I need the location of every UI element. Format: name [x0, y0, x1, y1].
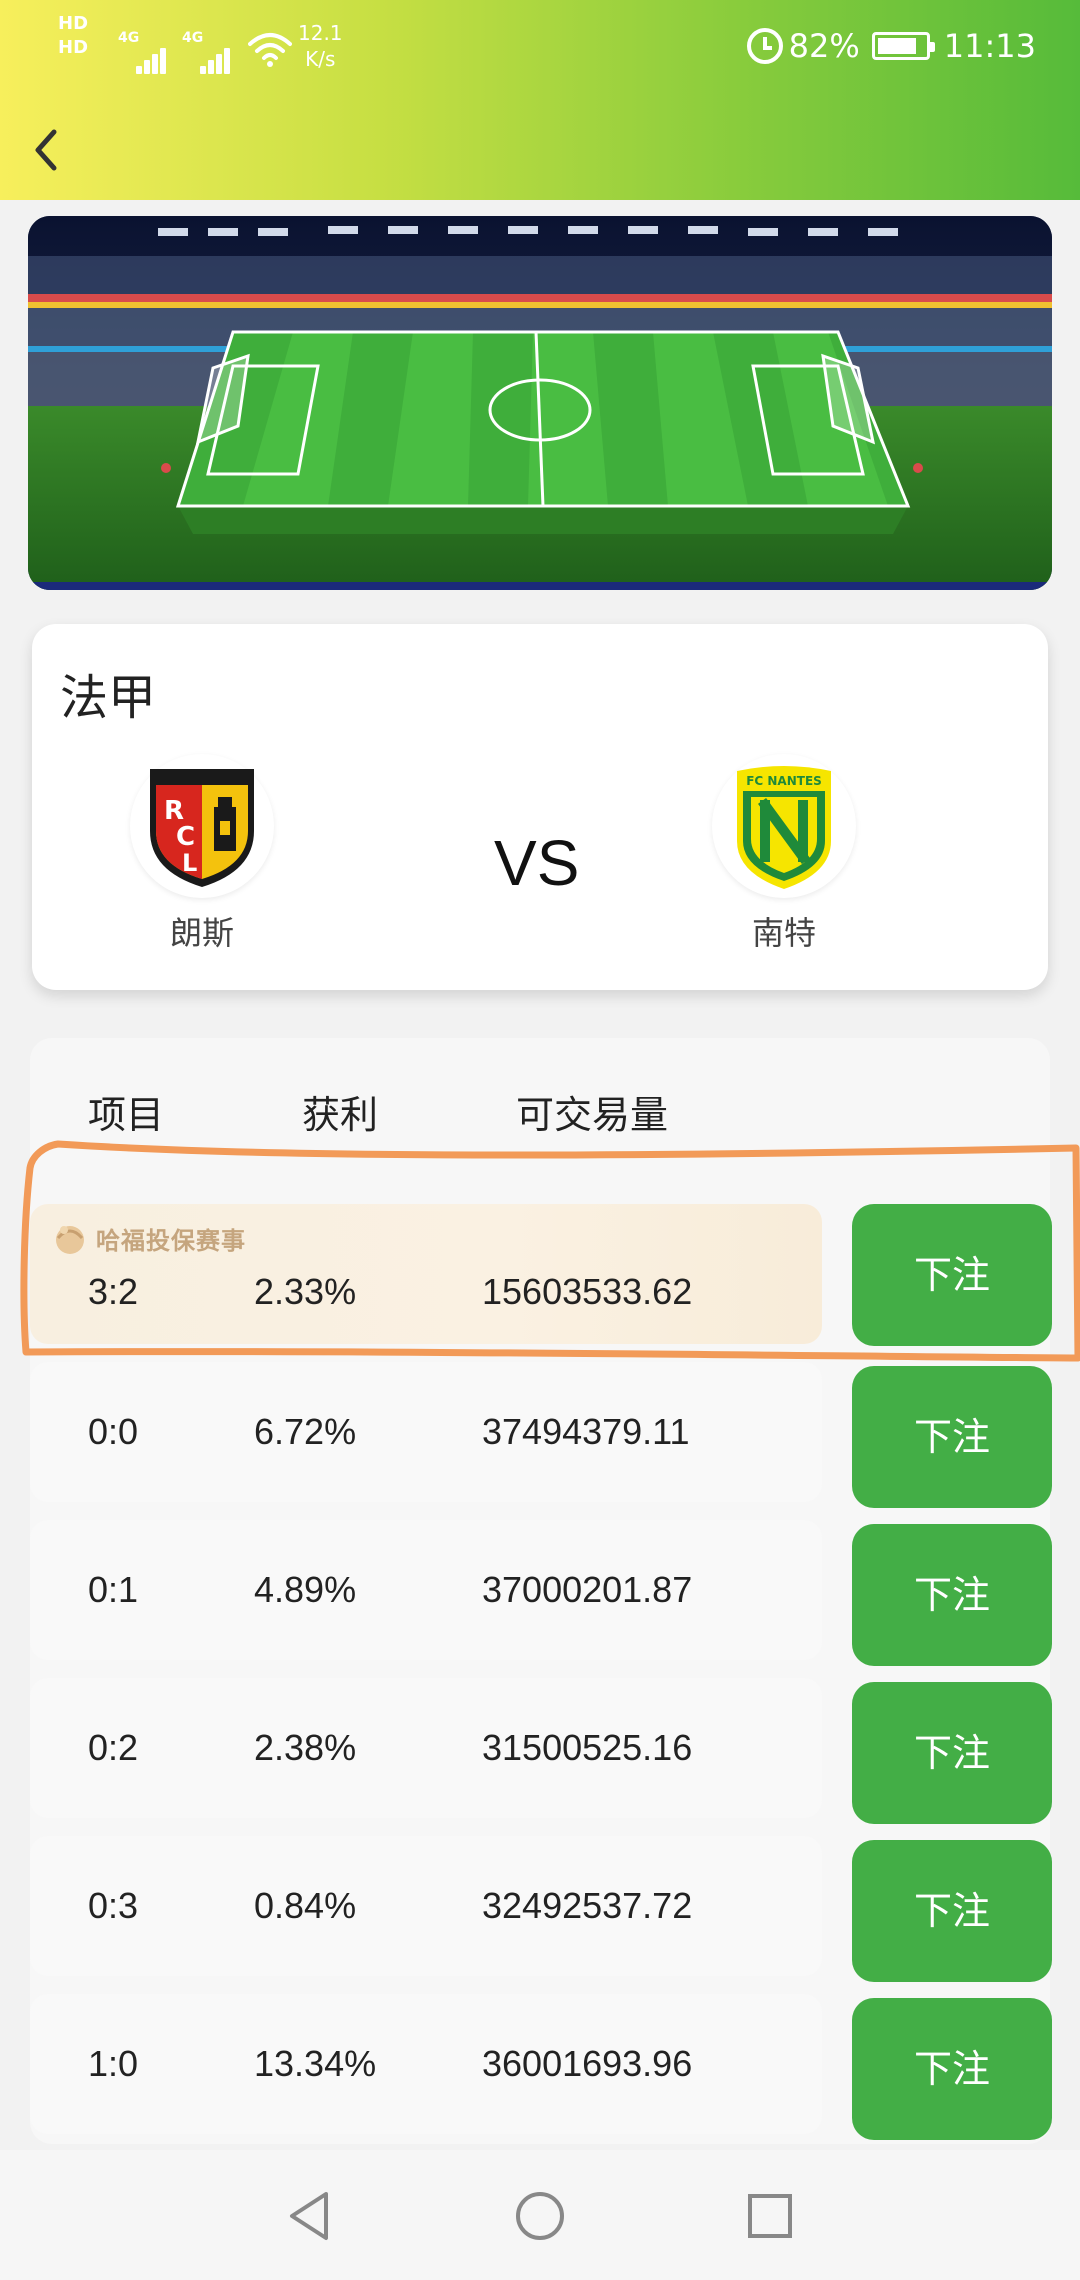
- match-card: 法甲 R C L 朗斯 VS FC NANTES 南特: [32, 624, 1048, 990]
- status-bar-left: HD HD 4G 4G 12.1 K/s: [58, 14, 358, 74]
- home-team-name: 朗斯: [169, 914, 234, 952]
- stadium-banner: [28, 216, 1052, 590]
- svg-text:L: L: [182, 849, 197, 877]
- back-button[interactable]: [22, 118, 72, 182]
- cell-volume: 37000201.87: [482, 1569, 693, 1610]
- table-row: 1:0 13.34% 36001693.96: [30, 1994, 822, 2134]
- cell-volume: 37494379.11: [482, 1411, 690, 1452]
- cell-volume: 32492537.72: [482, 1885, 693, 1926]
- table-row: 0:1 4.89% 37000201.87: [30, 1520, 822, 1660]
- signal-icon: 4G: [118, 30, 166, 74]
- battery-icon: [871, 32, 935, 60]
- lens-crest-icon: R C L: [150, 769, 254, 887]
- alarm-icon: [746, 28, 783, 64]
- away-team-logo: FC NANTES: [712, 754, 856, 898]
- table-row: 哈福投保赛事 3:2 2.33% 15603533.62: [30, 1204, 822, 1344]
- cell-profit: 6.72%: [254, 1411, 357, 1452]
- header-item: 项目: [88, 1093, 165, 1137]
- cell-score: 1:0: [88, 2043, 139, 2084]
- hd-indicator-1: HD: [58, 13, 89, 34]
- triangle-back-icon[interactable]: [280, 2186, 340, 2246]
- cell-score: 0:1: [88, 1569, 139, 1610]
- svg-text:C: C: [176, 822, 195, 852]
- table-row: 0:3 0.84% 32492537.72: [30, 1836, 822, 1976]
- cell-profit: 2.33%: [254, 1271, 357, 1312]
- circle-home-icon[interactable]: [510, 2186, 570, 2246]
- promo-logo-icon: [56, 1226, 84, 1254]
- league-name: 法甲: [60, 670, 157, 726]
- bet-button[interactable]: 下注: [852, 1366, 1052, 1508]
- network-speed: 12.1 K/s: [298, 20, 343, 72]
- signal-icon: 4G: [182, 30, 230, 74]
- bet-button[interactable]: 下注: [852, 1840, 1052, 1982]
- cell-profit: 13.34%: [254, 2043, 377, 2084]
- promo-tag: 哈福投保赛事: [50, 1218, 246, 1258]
- nantes-crest-icon: FC NANTES: [737, 766, 831, 889]
- cell-score: 3:2: [88, 1271, 139, 1312]
- wifi-icon: [248, 33, 292, 67]
- clock: 11:13: [943, 27, 1036, 65]
- table-row: 0:0 6.72% 37494379.11: [30, 1362, 822, 1502]
- cell-profit: 4.89%: [254, 1569, 357, 1610]
- away-team-name: 南特: [751, 914, 816, 952]
- header-profit: 获利: [302, 1093, 379, 1137]
- bet-button[interactable]: 下注: [852, 1524, 1052, 1666]
- speed-unit: K/s: [305, 47, 336, 71]
- status-bar-right: 82% 11:13: [746, 24, 1036, 68]
- cell-profit: 0.84%: [254, 1885, 357, 1926]
- cell-profit: 2.38%: [254, 1727, 357, 1768]
- cell-volume: 31500525.16: [482, 1727, 693, 1768]
- app-header: HD HD 4G 4G 12.1 K/s 82% 11:13: [0, 0, 1080, 200]
- cell-volume: 36001693.96: [482, 2043, 693, 2084]
- away-team: FC NANTES 南特: [704, 754, 864, 954]
- stadium-image: [28, 216, 1052, 590]
- cell-score: 0:2: [88, 1727, 139, 1768]
- battery-level: [877, 38, 916, 54]
- header-volume: 可交易量: [516, 1093, 669, 1137]
- square-recent-icon[interactable]: [740, 2186, 800, 2246]
- network-type-label: 4G: [182, 30, 204, 46]
- table-row: 0:2 2.38% 31500525.16: [30, 1678, 822, 1818]
- home-team: R C L 朗斯: [122, 754, 282, 954]
- cell-score: 0:3: [88, 1885, 139, 1926]
- cell-score: 0:0: [88, 1411, 139, 1452]
- bet-button[interactable]: 下注: [852, 1682, 1052, 1824]
- network-type-label: 4G: [118, 30, 140, 46]
- home-team-logo: R C L: [130, 754, 274, 898]
- speed-value: 12.1: [298, 21, 343, 45]
- versus-label: VS: [494, 827, 580, 899]
- bet-button[interactable]: 下注: [852, 1204, 1052, 1346]
- svg-text:FC NANTES: FC NANTES: [746, 774, 822, 788]
- chevron-left-icon: [35, 129, 57, 171]
- system-nav-bar: [0, 2150, 1080, 2280]
- battery-percent: 82%: [788, 27, 860, 65]
- cell-volume: 15603533.62: [482, 1271, 693, 1312]
- hd-indicator-2: HD: [58, 37, 89, 58]
- bet-button[interactable]: 下注: [852, 1998, 1052, 2140]
